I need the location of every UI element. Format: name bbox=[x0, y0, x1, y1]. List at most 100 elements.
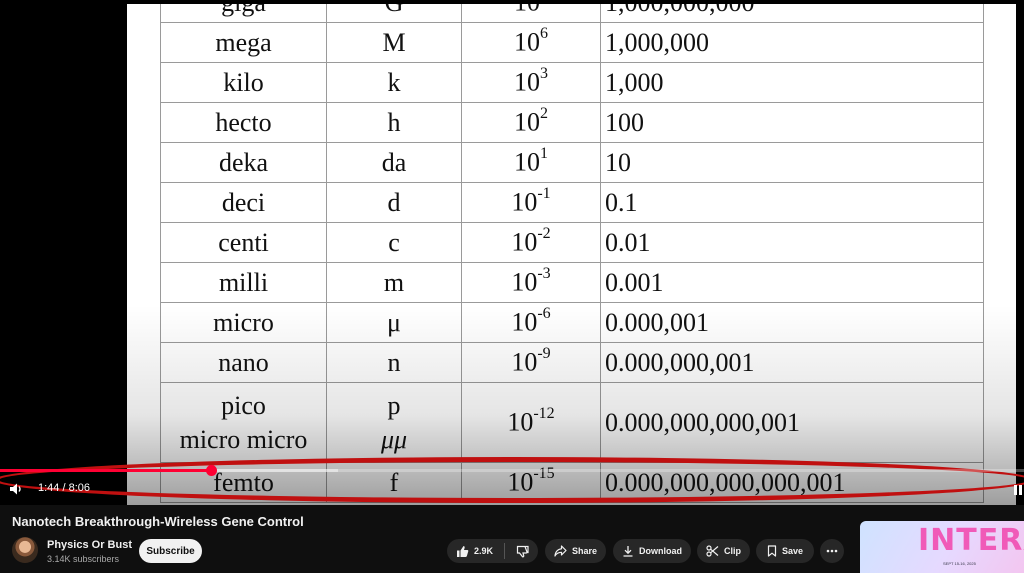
decimal-value: 0.000,001 bbox=[605, 307, 709, 337]
power-exponent: -15 bbox=[533, 465, 555, 483]
decimal-value: 1,000 bbox=[605, 67, 664, 97]
prefix-symbol: k bbox=[387, 67, 401, 97]
prefix-name-cell: milli bbox=[160, 262, 327, 303]
thumbs-down-icon bbox=[516, 545, 529, 557]
power-base: 10 bbox=[514, 107, 540, 137]
power-cell: 10-9 bbox=[461, 342, 601, 383]
table-row: micro μ 10-6 0.000,001 bbox=[160, 302, 984, 343]
share-button[interactable]: Share bbox=[545, 539, 606, 563]
power-base: 10 bbox=[514, 27, 540, 57]
decimal-value-cell: 0.000,001 bbox=[600, 302, 984, 343]
prefix-symbol: da bbox=[381, 147, 407, 177]
like-button[interactable]: 2.9K bbox=[456, 545, 493, 558]
more-horizontal-icon bbox=[826, 549, 838, 553]
subscriber-count: 3.14K subscribers bbox=[47, 554, 120, 564]
pause-button[interactable] bbox=[1012, 483, 1024, 495]
prefix-symbol: G bbox=[385, 4, 404, 17]
prefix-symbol-cell: μ bbox=[326, 302, 462, 343]
prefix-name-cell: kilo bbox=[160, 62, 327, 103]
share-label: Share bbox=[571, 546, 597, 556]
power-base: 10 bbox=[511, 187, 538, 217]
prefix-name: deci bbox=[221, 187, 266, 217]
table-row: nano n 10-9 0.000,000,001 bbox=[160, 342, 984, 383]
save-button[interactable]: Save bbox=[756, 539, 814, 563]
prefix-name: pico bbox=[221, 391, 266, 421]
prefix-symbol: μ bbox=[387, 307, 401, 337]
pause-icon bbox=[1014, 485, 1022, 495]
prefix-symbol-cell: k bbox=[326, 62, 462, 103]
sponsored-thumbnail[interactable]: INTERA SEPT 15-16, 2025 bbox=[860, 521, 1024, 573]
download-label: Download bbox=[639, 546, 682, 556]
subscribe-button[interactable]: Subscribe bbox=[139, 539, 202, 563]
decimal-value: 0.01 bbox=[605, 227, 651, 257]
prefix-symbol-cell: p μμ bbox=[326, 382, 462, 463]
table-row: centi c 10-2 0.01 bbox=[160, 222, 984, 263]
power-exponent: 3 bbox=[540, 65, 548, 83]
power-exponent: -9 bbox=[537, 345, 551, 363]
prefix-name: giga bbox=[221, 4, 266, 17]
progress-bar[interactable] bbox=[0, 465, 1024, 476]
video-frame: gigaG1091,000,000,000megaM1061,000,000ki… bbox=[127, 4, 1016, 505]
decimal-value-cell: 1,000,000 bbox=[600, 22, 984, 63]
more-actions-button[interactable] bbox=[820, 539, 844, 563]
decimal-value-cell: 0.000,000,001 bbox=[600, 342, 984, 383]
prefix-symbol: M bbox=[382, 27, 406, 57]
power-base: 10 bbox=[507, 467, 534, 497]
power-cell: 10-1 bbox=[461, 182, 601, 223]
decimal-value-cell: 0.1 bbox=[600, 182, 984, 223]
prefix-symbol-cell: n bbox=[326, 342, 462, 383]
thumbs-up-icon bbox=[456, 545, 469, 557]
prefix-symbol: c bbox=[388, 227, 400, 257]
ad-brand-text: INTERA bbox=[918, 523, 1024, 558]
decimal-value-cell: 1,000,000,000 bbox=[600, 4, 984, 23]
power-cell: 103 bbox=[461, 62, 601, 103]
table-row: mega M 106 1,000,000 bbox=[160, 22, 984, 63]
decimal-value: 0.001 bbox=[605, 267, 664, 297]
like-count: 2.9K bbox=[473, 546, 493, 556]
table-row: milli m 10-3 0.001 bbox=[160, 262, 984, 303]
video-player[interactable]: gigaG1091,000,000,000megaM1061,000,000ki… bbox=[0, 0, 1024, 505]
power-exponent: 1 bbox=[540, 145, 548, 163]
prefix-name-cell: mega bbox=[160, 22, 327, 63]
current-time: 1:44 bbox=[38, 482, 60, 494]
prefix-name-cell: pico micro micro bbox=[160, 382, 327, 463]
prefix-name: nano bbox=[218, 347, 269, 377]
power-base: 10 bbox=[514, 67, 540, 97]
time-separator: / bbox=[59, 482, 69, 494]
channel-name[interactable]: Physics Or Bust bbox=[47, 539, 132, 551]
power-base: 10 bbox=[514, 147, 540, 177]
decimal-value: 100 bbox=[605, 107, 644, 137]
save-label: Save bbox=[781, 546, 804, 556]
clip-button[interactable]: Clip bbox=[697, 539, 750, 563]
prefix-name: hecto bbox=[215, 107, 272, 137]
scissors-icon bbox=[706, 545, 719, 557]
clip-label: Clip bbox=[724, 546, 741, 556]
power-exponent: -3 bbox=[537, 265, 551, 283]
volume-button[interactable] bbox=[8, 481, 26, 497]
table-row: deci d 10-1 0.1 bbox=[160, 182, 984, 223]
prefix-name-cell: deci bbox=[160, 182, 327, 223]
power-exponent: -6 bbox=[537, 305, 551, 323]
power-cell: 10-6 bbox=[461, 302, 601, 343]
table-row: giga G 109 1,000,000,000 bbox=[160, 4, 984, 23]
progress-scrubber-handle[interactable] bbox=[205, 465, 217, 476]
decimal-value: 0.000,000,001 bbox=[605, 347, 755, 377]
decimal-value-cell: 0.01 bbox=[600, 222, 984, 263]
power-cell: 10-2 bbox=[461, 222, 601, 263]
table-row: deka da 101 10 bbox=[160, 142, 984, 183]
channel-avatar[interactable] bbox=[12, 537, 38, 563]
prefix-symbol-cell: m bbox=[326, 262, 462, 303]
ad-date-text: SEPT 15-16, 2025 bbox=[943, 561, 976, 566]
prefix-name: micro bbox=[213, 307, 274, 337]
download-button[interactable]: Download bbox=[613, 539, 691, 563]
duration: 8:06 bbox=[68, 482, 91, 494]
prefix-name-cell: giga bbox=[160, 4, 327, 23]
prefix-name: deka bbox=[218, 147, 269, 177]
decimal-value-cell: 100 bbox=[600, 102, 984, 143]
dislike-button[interactable] bbox=[516, 545, 529, 558]
decimal-value: 10 bbox=[605, 147, 631, 177]
prefix-name-cell: deka bbox=[160, 142, 327, 183]
power-exponent: -1 bbox=[537, 185, 551, 203]
prefix-name: milli bbox=[218, 267, 269, 297]
power-cell: 10-3 bbox=[461, 262, 601, 303]
